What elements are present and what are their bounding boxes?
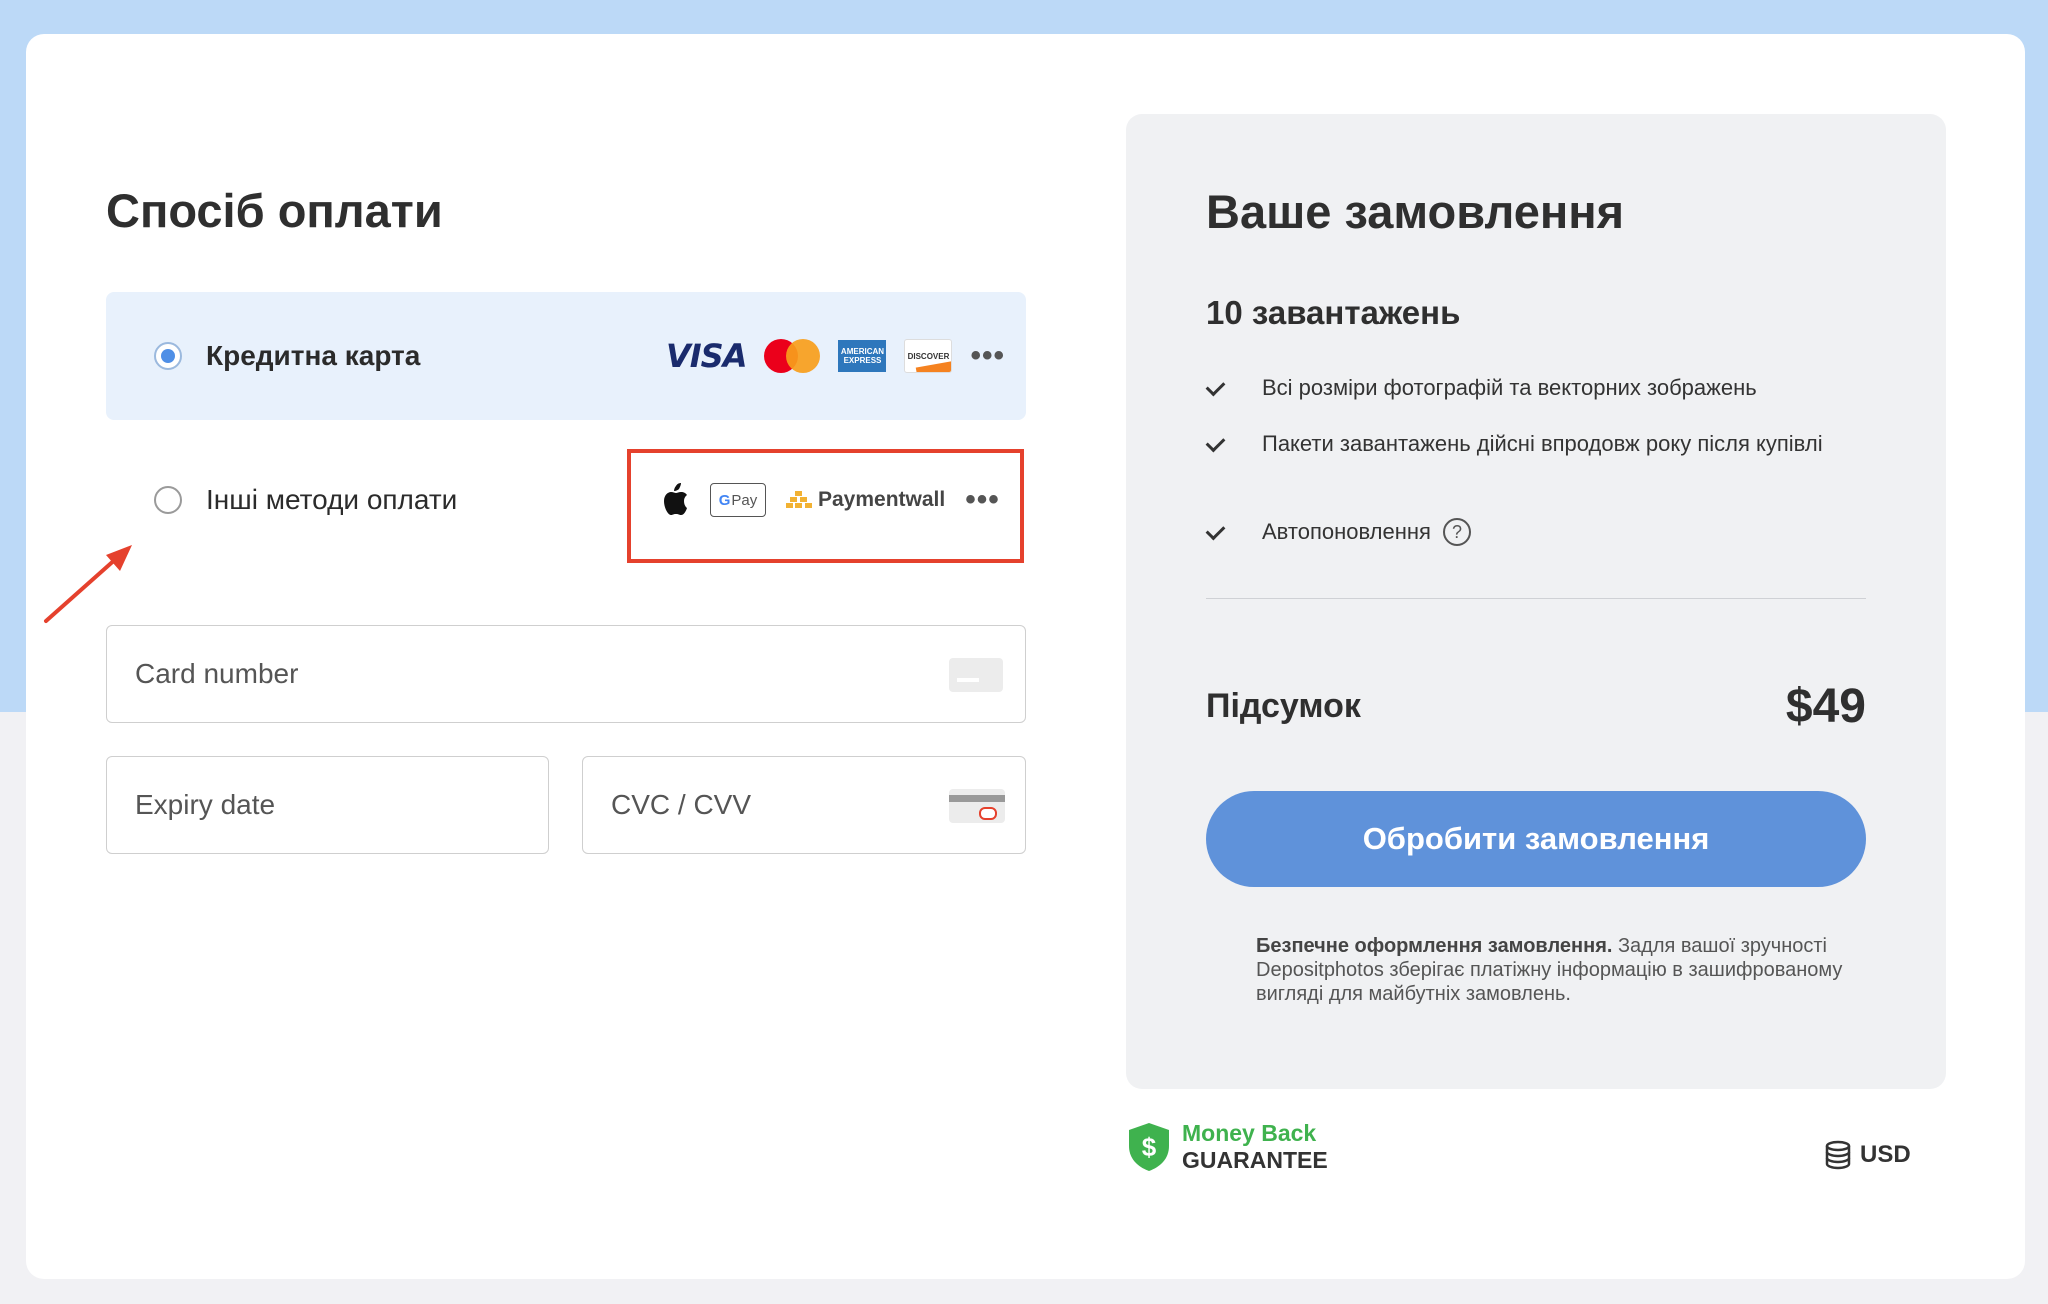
coins-icon (1825, 1140, 1851, 1170)
cvc-input[interactable] (611, 757, 921, 853)
payment-option-credit-card[interactable]: Кредитна карта VISA AMERICAN EXPRESS DIS… (106, 292, 1026, 420)
expiry-date-input[interactable] (135, 757, 444, 853)
feature-text: Автопоновлення (1262, 519, 1431, 544)
check-icon (1206, 433, 1228, 455)
annotation-arrow-icon (44, 545, 132, 623)
money-back-title: Money Back (1182, 1120, 1317, 1146)
amex-logo: AMERICAN EXPRESS (838, 340, 887, 372)
cvc-field[interactable] (582, 756, 1026, 854)
divider (1206, 598, 1866, 599)
credit-card-label: Кредитна карта (206, 340, 421, 371)
card-icon (949, 658, 1003, 692)
payment-method-title: Спосіб оплати (106, 184, 443, 237)
visa-logo: VISA (666, 337, 747, 375)
other-methods-radio[interactable] (154, 486, 182, 514)
subtotal-value: $49 (1785, 680, 1866, 733)
feature-item: Пакети завантажень дійсні впродовж року … (1206, 428, 1846, 460)
process-order-button[interactable]: Обробити замовлення (1206, 791, 1866, 887)
help-icon[interactable]: ? (1442, 518, 1471, 546)
check-icon (1206, 377, 1228, 399)
expiry-date-field[interactable] (106, 756, 549, 854)
downloads-count: 10 завантажень (1206, 294, 1461, 331)
mastercard-logo (764, 339, 821, 373)
feature-item: Всі розміри фотографій та векторних зобр… (1206, 372, 1757, 404)
order-title: Ваше замовлення (1206, 185, 1625, 238)
other-methods-label: Інші методи оплати (206, 484, 458, 515)
feature-text: Всі розміри фотографій та векторних зобр… (1262, 375, 1757, 400)
credit-card-radio[interactable] (154, 342, 182, 370)
currency-label: USD (1860, 1141, 1911, 1168)
discover-logo: DISCOVER (904, 339, 953, 373)
money-back-guarantee: $ Money Back GUARANTEE (1126, 1120, 1328, 1174)
svg-text:$: $ (1142, 1132, 1157, 1162)
other-methods-highlight (627, 449, 1024, 563)
shield-icon: $ (1129, 1123, 1169, 1171)
cvc-card-icon (949, 789, 1005, 823)
secure-note-bold: Безпечне оформлення замовлення. (1256, 935, 1613, 957)
order-summary-panel: Ваше замовлення 10 завантажень Всі розмі… (1126, 114, 1946, 1089)
currency-selector[interactable]: USD (1824, 1140, 1911, 1170)
check-icon (1206, 521, 1228, 543)
feature-item: Автопоновлення ? (1206, 516, 1471, 548)
card-number-input[interactable] (135, 626, 778, 722)
money-back-subtitle: GUARANTEE (1182, 1147, 1328, 1173)
secure-checkout-note: Безпечне оформлення замовлення. Задля ва… (1256, 934, 1846, 1006)
subtotal-label: Підсумок (1206, 687, 1361, 725)
card-number-field[interactable] (106, 625, 1026, 723)
more-cards-icon[interactable]: ••• (970, 341, 1005, 371)
card-logos: VISA AMERICAN EXPRESS DISCOVER ••• (666, 337, 1005, 375)
feature-text: Пакети завантажень дійсні впродовж року … (1262, 431, 1823, 456)
